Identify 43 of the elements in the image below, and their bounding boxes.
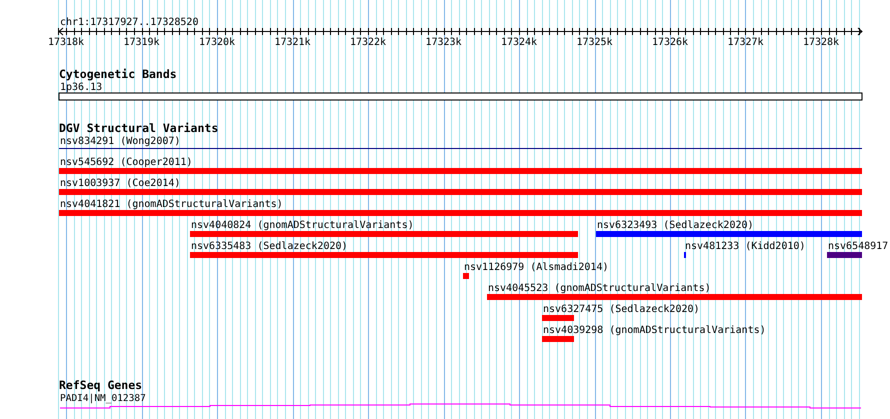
variant-bar[interactable] (463, 273, 469, 279)
ruler-tick-label: 17327k (727, 37, 764, 48)
variant-label[interactable]: nsv481233 (Kidd2010) (685, 241, 806, 252)
variant-bar[interactable] (542, 315, 574, 321)
variant-bar[interactable] (596, 231, 862, 237)
ruler-tick-label: 17326k (652, 37, 688, 48)
ruler-tick-label: 17322k (350, 37, 386, 48)
ruler-tick-label: 17325k (576, 37, 613, 48)
location-label: chr1:17317927..17328520 (60, 17, 198, 28)
variant-label[interactable]: nsv6335483 (Sedlazeck2020) (191, 241, 348, 252)
ruler-tick-label: 17320k (198, 37, 236, 48)
variant-label[interactable]: nsv834291 (Wong2007) (60, 136, 180, 147)
band-label: 1p36.13 (60, 82, 102, 93)
variant-label[interactable]: nsv4041821 (gnomADStructuralVariants) (60, 199, 283, 210)
ruler-tick-label: 17323k (425, 37, 462, 48)
variant-label[interactable]: nsv6327475 (Sedlazeck2020) (543, 304, 700, 315)
variant-label[interactable]: nsv545692 (Cooper2011) (60, 157, 192, 168)
track-title: DGV Structural Variants (59, 121, 218, 135)
variant-bar[interactable] (487, 294, 862, 300)
variant-label[interactable]: nsv4040824 (gnomADStructuralVariants) (191, 220, 414, 231)
variant-label[interactable]: nsv1126979 (Alsmadi2014) (464, 262, 608, 273)
variant-label[interactable]: nsv4039298 (gnomADStructuralVariants) (543, 325, 766, 336)
gene-line[interactable] (60, 404, 862, 408)
variant-bar[interactable] (59, 168, 862, 174)
ruler-tick-label: 17324k (500, 37, 538, 48)
track-title: RefSeq Genes (59, 378, 142, 392)
ruler-tick-label: 17318k (48, 37, 84, 48)
ruler-tick-label: 17328k (802, 37, 840, 48)
variant-label[interactable]: nsv1003937 (Coe2014) (60, 178, 180, 189)
variant-label[interactable]: nsv4045523 (gnomADStructuralVariants) (488, 283, 711, 294)
variant-label[interactable]: nsv6548917 (828, 241, 888, 252)
variant-bar[interactable] (190, 252, 578, 258)
track-title: Cytogenetic Bands (59, 67, 177, 81)
variant-label[interactable]: nsv6323493 (Sedlazeck2020) (597, 220, 754, 231)
variant-line[interactable] (59, 148, 862, 149)
ruler-tick-label: 17319k (123, 37, 160, 48)
ruler-tick-label: 17321k (274, 37, 311, 48)
variant-bar[interactable] (827, 252, 862, 258)
variant-bar[interactable] (59, 189, 862, 195)
variant-bar[interactable] (190, 231, 578, 237)
variant-bar[interactable] (59, 210, 862, 216)
variant-bar[interactable] (542, 336, 574, 342)
gene-label[interactable]: PADI4|NM_012387 (60, 393, 146, 404)
